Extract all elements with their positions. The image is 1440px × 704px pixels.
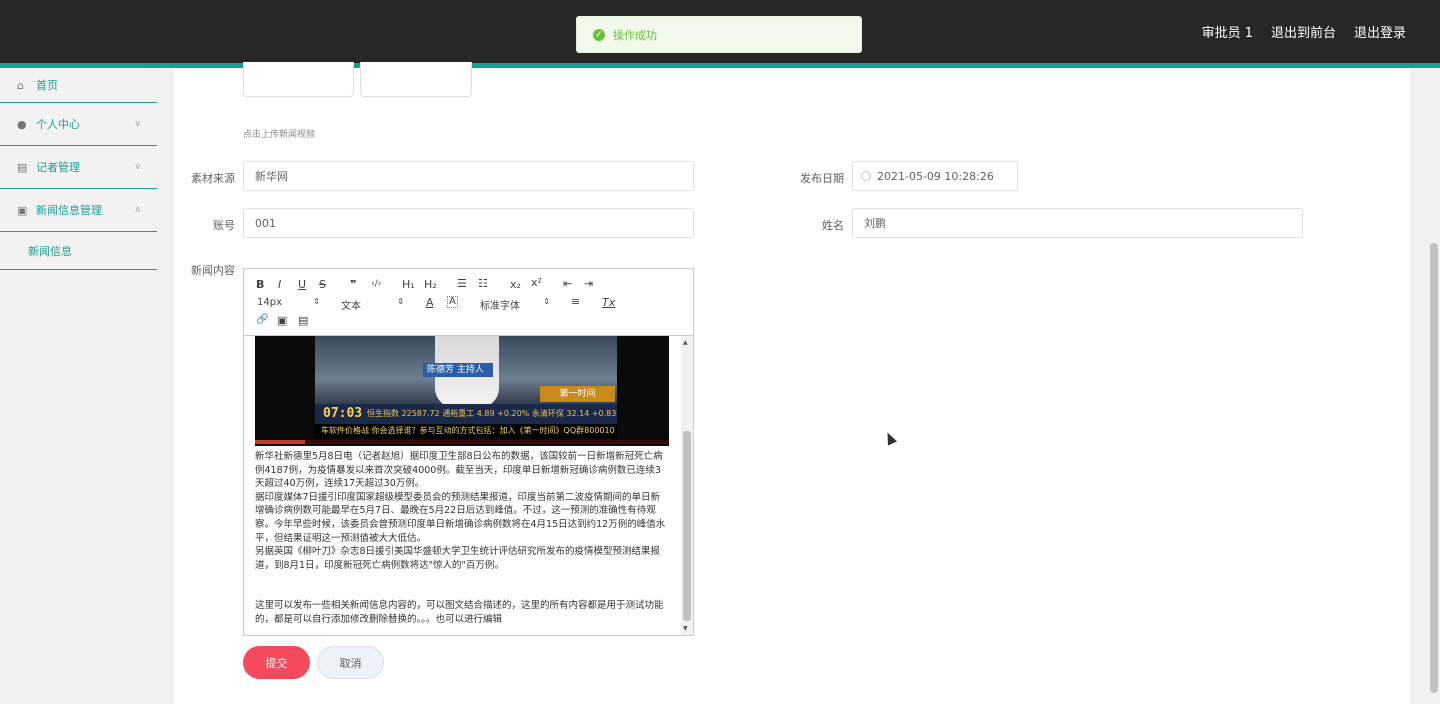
subscript-button[interactable]: x₂ [510, 278, 521, 291]
align-button[interactable]: ≡ [571, 295, 580, 308]
video-progress-fill [255, 440, 305, 444]
user-menu: 审批员 1 退出到前台 退出登录 [1202, 0, 1406, 63]
font-family-picker[interactable]: 标准字体 ⇕ [480, 297, 550, 312]
home-icon: ⌂ [17, 78, 24, 92]
editor-content[interactable]: 陈德芳 主持人 第一时间 恒生指数 22587.72 通裕重工 4.89 +0.… [244, 336, 681, 635]
indent-button[interactable]: ⇥ [584, 277, 593, 290]
bullet-list-button[interactable]: ☷ [478, 277, 488, 290]
back-to-front-link[interactable]: 退出到前台 [1271, 22, 1336, 41]
name-value: 刘鹏 [864, 217, 886, 230]
font-family-value: 标准字体 [480, 301, 520, 312]
article-paragraph: 另据英国《柳叶刀》杂志8日援引美国华盛顿大学卫生统计评估研究所发布的疫情模型预测… [255, 546, 661, 571]
content-label: 新闻内容 [191, 264, 235, 277]
editor-scrollbar[interactable]: ▲ ▼ [681, 336, 693, 635]
account-label: 账号 [213, 219, 235, 232]
name-input[interactable]: 刘鹏 [852, 208, 1303, 238]
sidebar-subitem-news-info[interactable]: 新闻信息 [0, 232, 157, 270]
source-input[interactable]: 新华网 [243, 161, 694, 191]
sidebar-item-home[interactable]: ⌂ 首页 [0, 68, 157, 103]
chevron-up-icon: ∧ [134, 205, 141, 215]
font-size-picker[interactable]: 14px ⇕ [257, 297, 320, 308]
header-value: 文本 [341, 301, 361, 312]
select-arrows-icon: ⇕ [313, 297, 320, 306]
link-button[interactable]: 🔗 [256, 314, 268, 325]
editor-toolbar: B I U S ❞ ‹/› H₁ H₂ ☰ ☷ x₂ x² ⇤ ⇥ 14px ⇕… [244, 269, 693, 336]
sidebar-item-reporters[interactable]: ▤ 记者管理 ∨ [0, 146, 157, 189]
logout-link[interactable]: 退出登录 [1354, 22, 1406, 41]
strike-button[interactable]: S [319, 278, 326, 291]
sidebar-subitem-label: 新闻信息 [28, 244, 72, 258]
video-upload-preview[interactable] [243, 62, 354, 97]
background-color-button[interactable]: A [447, 296, 458, 308]
embedded-news-video[interactable]: 陈德芳 主持人 第一时间 恒生指数 22587.72 通裕重工 4.89 +0.… [255, 336, 669, 446]
upload-hint: 点击上传新闻视频 [243, 130, 316, 140]
video-anchor-tag: 陈德芳 主持人 [423, 363, 493, 377]
publish-date-label: 发布日期 [800, 172, 844, 185]
bold-button[interactable]: B [256, 278, 264, 291]
header-1-button[interactable]: H₁ [402, 278, 415, 291]
sidebar-item-label: 记者管理 [36, 161, 80, 174]
rich-text-editor: B I U S ❞ ‹/› H₁ H₂ ☰ ☷ x₂ x² ⇤ ⇥ 14px ⇕… [243, 268, 694, 636]
sidebar-item-label: 新闻信息管理 [36, 204, 102, 217]
header-picker[interactable]: 文本 ⇕ [341, 297, 404, 312]
superscript-button[interactable]: x² [531, 276, 542, 289]
video-progress-bar[interactable] [255, 440, 669, 444]
check-circle-icon: ✓ [593, 28, 605, 41]
outdent-button[interactable]: ⇤ [563, 277, 572, 290]
news-article-text: 新华社新德里5月8日电（记者赵旭）据印度卫生部8日公布的数据，该国较前一日新增新… [255, 450, 667, 627]
font-color-button[interactable]: A [426, 296, 434, 309]
code-block-button[interactable]: ‹/› [371, 279, 381, 289]
clean-format-button[interactable]: Tx [602, 296, 615, 309]
scroll-down-icon[interactable]: ▼ [683, 625, 688, 632]
sidebar: ⌂ 首页 ● 个人中心 ∨ ▤ 记者管理 ∨ ▣ 新闻信息管理 ∧ 新闻信息 [0, 68, 157, 704]
select-arrows-icon: ⇕ [543, 297, 550, 306]
header-2-button[interactable]: H₂ [424, 278, 437, 291]
video-button[interactable]: ▤ [298, 314, 308, 327]
font-size-value: 14px [257, 297, 282, 308]
article-paragraph: 据印度媒体7日援引印度国家超级模型委员会的预测结果报道，印度当前第二波疫情期间的… [255, 491, 666, 544]
cancel-button[interactable]: 取消 [317, 646, 384, 679]
source-value: 新华网 [255, 170, 288, 183]
underline-button[interactable]: U [298, 278, 306, 291]
sidebar-item-profile[interactable]: ● 个人中心 ∨ [0, 103, 157, 146]
chevron-down-icon: ∨ [134, 119, 141, 129]
video-anchor-name: 陈德芳 [427, 365, 455, 375]
video-clock: 07:03 [323, 406, 363, 421]
name-label: 姓名 [822, 219, 844, 232]
italic-button[interactable]: I [278, 278, 281, 291]
sidebar-item-label: 首页 [36, 79, 58, 92]
article-note: 这里可以发布一些相关新闻信息内容的，可以图文结合描述的，这里的所有内容都是用于测… [255, 600, 664, 625]
source-label: 素材来源 [191, 172, 235, 185]
toast-message: 操作成功 [613, 28, 657, 42]
clock-icon [861, 171, 871, 181]
sidebar-item-news-management[interactable]: ▣ 新闻信息管理 ∧ [0, 189, 157, 232]
sidebar-item-label: 个人中心 [36, 118, 80, 131]
image-button[interactable]: ▣ [277, 314, 287, 327]
publish-date-value: 2021-05-09 10:28:26 [877, 169, 994, 183]
chevron-down-icon: ∨ [134, 162, 141, 172]
success-toast: ✓ 操作成功 [576, 16, 862, 53]
account-input[interactable]: 001 [243, 208, 694, 238]
video-program-badge: 第一时间 [540, 386, 615, 402]
account-value: 001 [255, 216, 276, 230]
submit-button[interactable]: 提交 [243, 646, 310, 679]
blockquote-button[interactable]: ❞ [350, 278, 356, 291]
select-arrows-icon: ⇕ [397, 297, 404, 306]
article-paragraph: 新华社新德里5月8日电（记者赵旭）据印度卫生部8日公布的数据，该国较前一日新增新… [255, 451, 663, 490]
news-icon: ▣ [17, 203, 28, 217]
video-crawl-text: 车软件价格战 你会选择谁？参与互动的方式包括：加入《第一时间》QQ群800010 [315, 424, 617, 438]
page-scrollbar[interactable] [1428, 68, 1440, 704]
video-ticker-text: 恒生指数 22587.72 通裕重工 4.89 +0.20% 永清环保 32.1… [367, 409, 617, 418]
video-anchor-role: 主持人 [456, 365, 484, 375]
scroll-up-icon[interactable]: ▲ [683, 339, 688, 346]
person-icon: ● [17, 117, 27, 131]
ordered-list-button[interactable]: ☰ [457, 277, 467, 290]
video-upload-box[interactable] [360, 62, 472, 97]
publish-date-picker[interactable]: 2021-05-09 10:28:26 [852, 161, 1018, 191]
user-name: 审批员 1 [1201, 26, 1253, 41]
reporter-icon: ▤ [17, 160, 28, 174]
page-scrollbar-thumb[interactable] [1430, 243, 1438, 693]
editor-scrollbar-thumb[interactable] [683, 431, 691, 621]
